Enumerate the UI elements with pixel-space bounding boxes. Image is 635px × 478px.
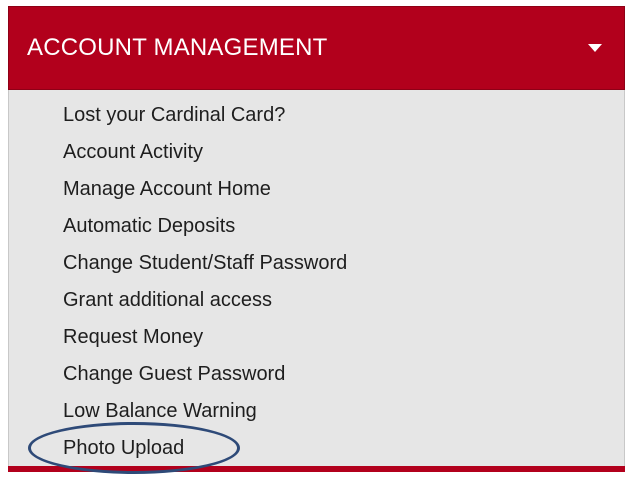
menu-item-photo-upload[interactable]: Photo Upload [63, 430, 347, 467]
account-management-panel: ACCOUNT MANAGEMENT Lost your Cardinal Ca… [8, 6, 625, 472]
menu-item-grant-additional-access[interactable]: Grant additional access [63, 282, 347, 319]
panel-bottom-border [8, 466, 625, 472]
menu-item-change-student-staff-password[interactable]: Change Student/Staff Password [63, 245, 347, 282]
menu-item-manage-account-home[interactable]: Manage Account Home [63, 171, 347, 208]
caret-down-icon[interactable] [588, 44, 602, 52]
panel-title: ACCOUNT MANAGEMENT [27, 34, 328, 61]
menu-item-lost-cardinal-card[interactable]: Lost your Cardinal Card? [63, 97, 347, 134]
menu-item-low-balance-warning[interactable]: Low Balance Warning [63, 393, 347, 430]
menu-item-change-guest-password[interactable]: Change Guest Password [63, 356, 347, 393]
menu-list: Lost your Cardinal Card? Account Activit… [63, 97, 347, 467]
menu-item-request-money[interactable]: Request Money [63, 319, 347, 356]
account-management-header[interactable]: ACCOUNT MANAGEMENT [8, 6, 625, 90]
panel-body: Lost your Cardinal Card? Account Activit… [8, 90, 625, 466]
menu-item-account-activity[interactable]: Account Activity [63, 134, 347, 171]
menu-item-automatic-deposits[interactable]: Automatic Deposits [63, 208, 347, 245]
